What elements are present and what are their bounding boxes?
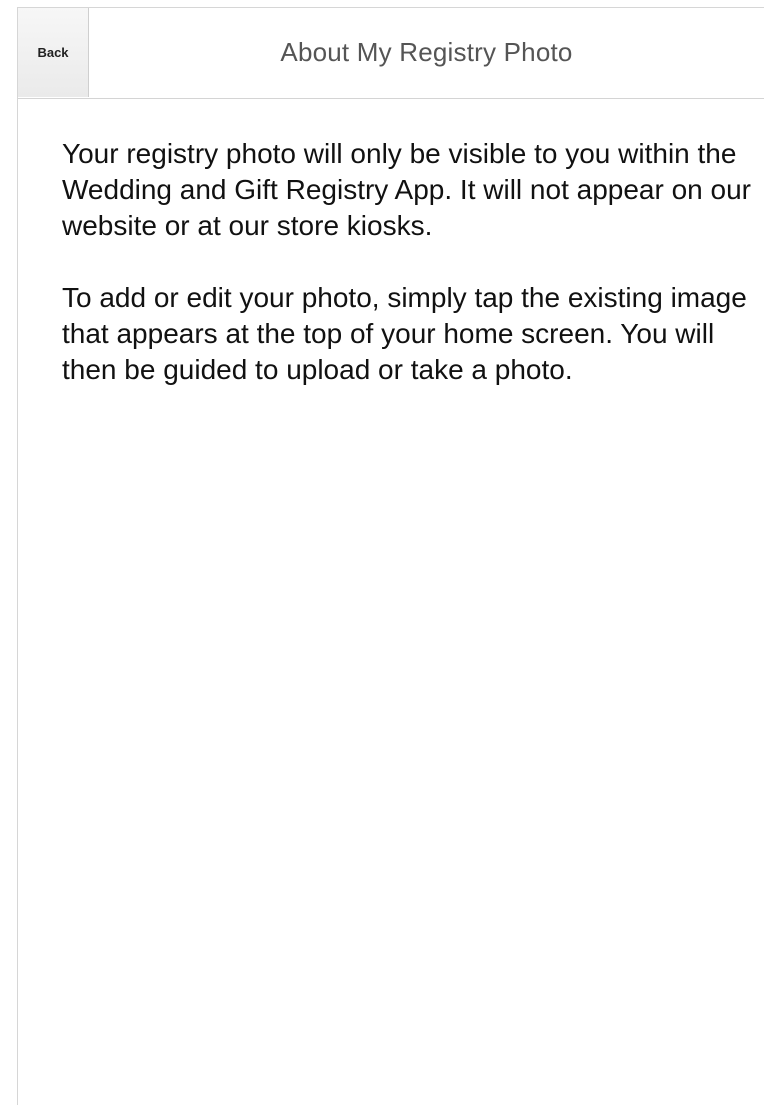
back-button[interactable]: Back (18, 8, 89, 97)
info-paragraph: To add or edit your photo, simply tap th… (62, 282, 747, 385)
app-screen: Back About My Registry Photo Your regist… (17, 7, 764, 1105)
page-title: About My Registry Photo (280, 37, 573, 67)
info-content: Your registry photo will only be visible… (62, 136, 752, 424)
info-paragraph: Your registry photo will only be visible… (62, 138, 751, 241)
navigation-header: Back About My Registry Photo (18, 8, 764, 99)
